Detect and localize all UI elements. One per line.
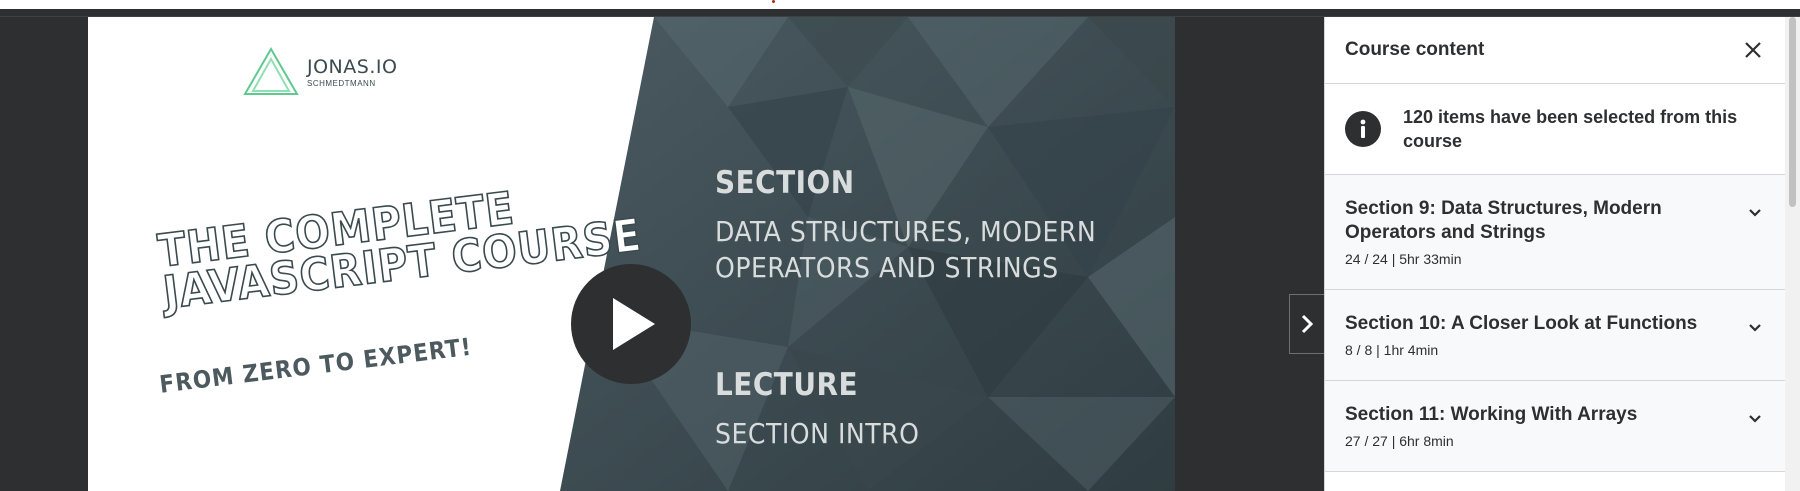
chevron-down-icon[interactable]: [1745, 409, 1765, 429]
section-title-line1: DATA STRUCTURES, MODERN: [715, 215, 1097, 248]
section-item-9[interactable]: Section 9: Data Structures, Modern Opera…: [1325, 175, 1785, 290]
top-bar: [0, 0, 1800, 17]
sidebar-scrollbar[interactable]: [1785, 17, 1800, 491]
brand-name: JONAS.IO: [307, 56, 398, 78]
progress-dot: [772, 0, 775, 3]
info-icon: [1345, 111, 1381, 147]
top-strip: [0, 0, 1800, 9]
scrollbar-thumb[interactable]: [1789, 17, 1796, 207]
play-icon: [613, 298, 655, 350]
section-heading: SECTION: [715, 165, 855, 201]
section-title: DATA STRUCTURES, MODERN OPERATORS AND ST…: [715, 214, 1096, 286]
chevron-down-icon[interactable]: [1745, 203, 1765, 223]
sidebar-title: Course content: [1345, 39, 1485, 60]
brand-subtitle: SCHMEDTMANN: [307, 79, 376, 88]
section-meta: 8 / 8 | 1hr 4min: [1345, 342, 1439, 358]
close-icon: [1745, 42, 1761, 58]
section-name: Section 10: A Closer Look at Functions: [1345, 313, 1698, 334]
section-name: Section 11: Working With Arrays: [1345, 404, 1638, 425]
selection-notice: 120 items have been selected from this c…: [1325, 84, 1785, 175]
lecture-slide: JONAS.IO SCHMEDTMANN THE COMPLETE JAVASC…: [88, 17, 1175, 491]
sidebar-header: Course content: [1325, 17, 1785, 84]
section-meta: 24 / 24 | 5hr 33min: [1345, 251, 1462, 267]
close-sidebar-button[interactable]: [1741, 38, 1765, 62]
selection-notice-text: 120 items have been selected from this c…: [1403, 107, 1738, 151]
chevron-down-icon[interactable]: [1745, 318, 1765, 338]
section-title-line2: OPERATORS AND STRINGS: [715, 251, 1059, 284]
expand-sidebar-button[interactable]: [1289, 294, 1324, 354]
course-content-sidebar: Course content 120 items have been selec…: [1324, 17, 1785, 491]
section-item-10[interactable]: Section 10: A Closer Look at Functions 8…: [1325, 290, 1785, 381]
triangle-logo-icon: [243, 47, 299, 95]
play-button[interactable]: [571, 264, 691, 384]
section-name: Section 9: Data Structures, Modern Opera…: [1345, 198, 1662, 243]
video-player[interactable]: JONAS.IO SCHMEDTMANN THE COMPLETE JAVASC…: [0, 17, 1324, 491]
chevron-right-icon: [1301, 314, 1314, 334]
section-meta: 27 / 27 | 6hr 8min: [1345, 433, 1454, 449]
lecture-heading: LECTURE: [715, 367, 858, 403]
section-item-11[interactable]: Section 11: Working With Arrays 27 / 27 …: [1325, 381, 1785, 472]
brand-logo: JONAS.IO SCHMEDTMANN: [243, 47, 397, 97]
lecture-title: SECTION INTRO: [715, 417, 920, 450]
